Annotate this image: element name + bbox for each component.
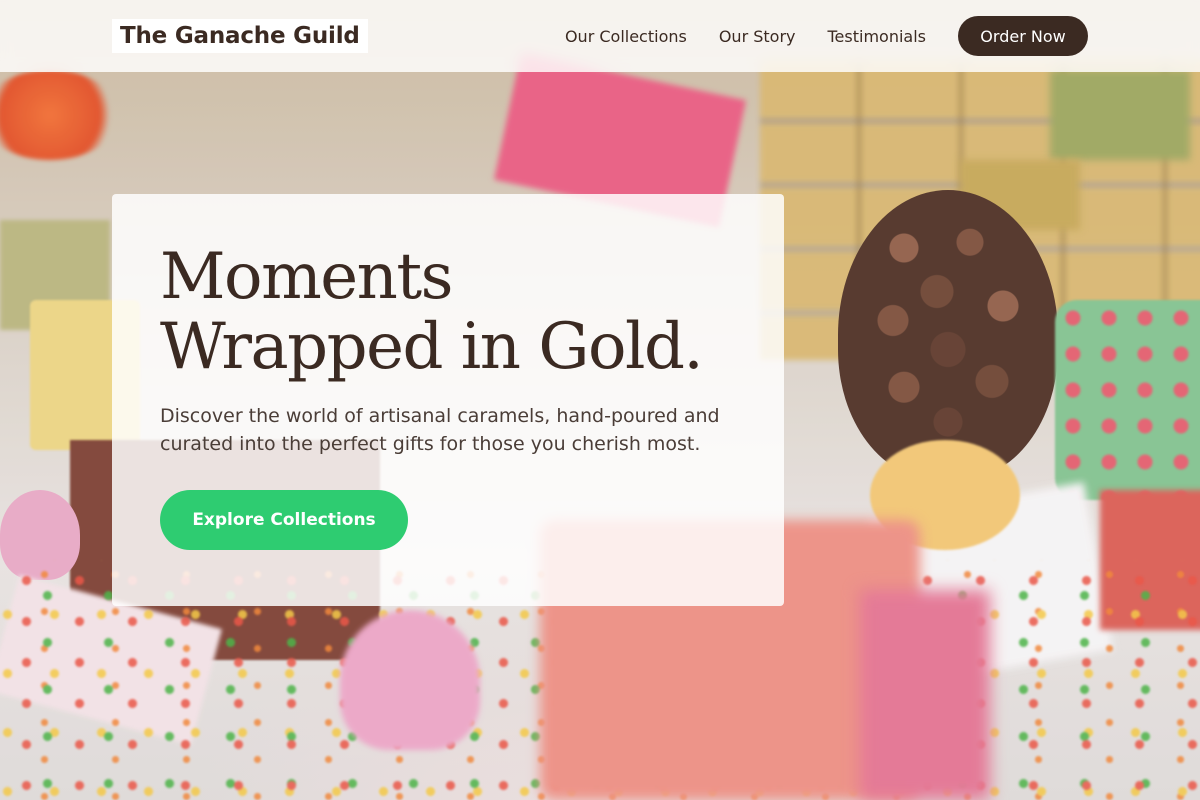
main-nav: Our Collections Our Story Testimonials O…	[565, 16, 1088, 56]
site-logo[interactable]: The Ganache Guild	[112, 19, 368, 53]
hero-card: Moments Wrapped in Gold. Discover the wo…	[112, 194, 784, 606]
hero-title-line-1: Moments	[160, 240, 453, 314]
hero-title-line-2: Wrapped in Gold.	[160, 310, 704, 384]
explore-collections-button[interactable]: Explore Collections	[160, 490, 408, 550]
order-now-button[interactable]: Order Now	[958, 16, 1088, 56]
hero-title: Moments Wrapped in Gold.	[160, 242, 736, 382]
hero-description: Discover the world of artisanal caramels…	[160, 405, 720, 455]
site-header: The Ganache Guild Our Collections Our St…	[0, 0, 1200, 72]
nav-link-testimonials[interactable]: Testimonials	[828, 27, 927, 46]
nav-link-our-collections[interactable]: Our Collections	[565, 27, 687, 46]
nav-link-our-story[interactable]: Our Story	[719, 27, 796, 46]
